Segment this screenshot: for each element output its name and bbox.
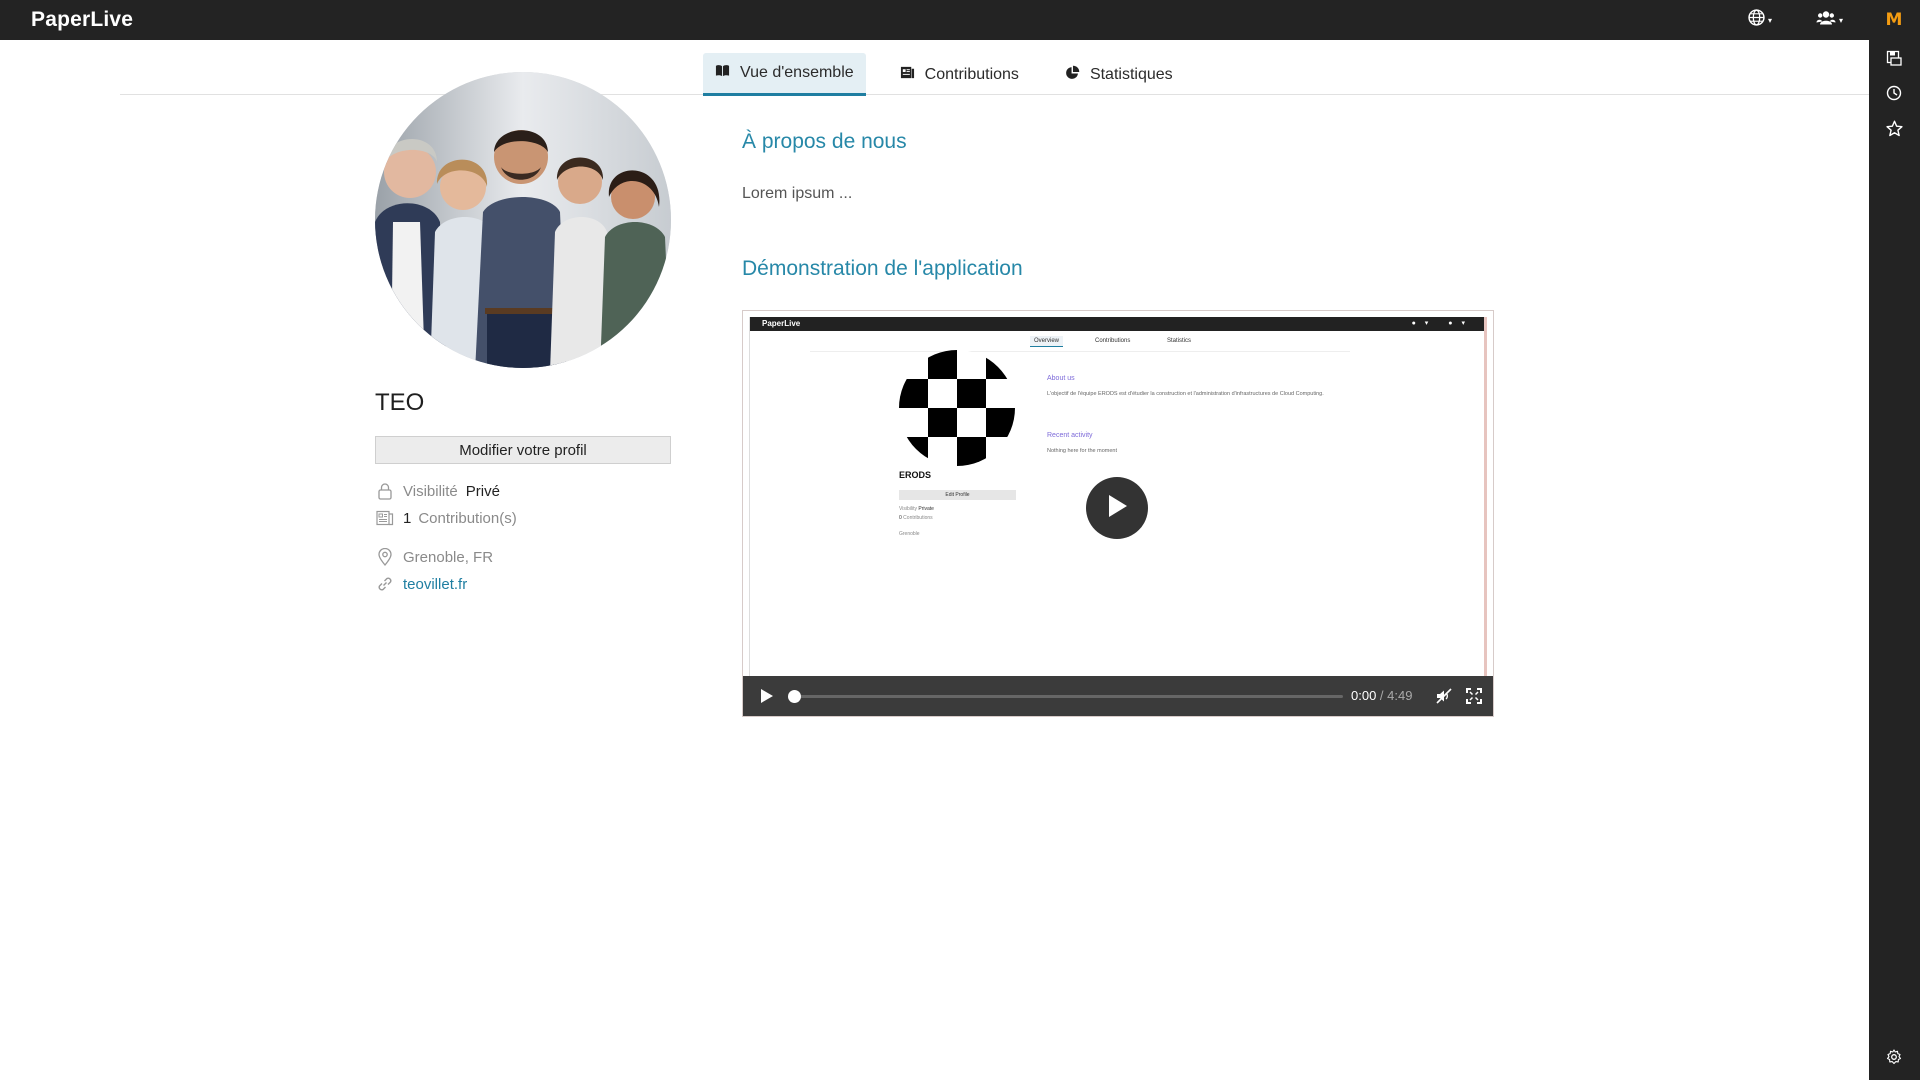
location-row: Grenoble, FR (375, 547, 493, 567)
chevron-down-icon: ▾ (1768, 15, 1773, 25)
play-icon (757, 689, 775, 709)
location-pin-icon (375, 547, 395, 567)
video-preview-recent-title: Recent activity (1047, 432, 1093, 439)
visibility-row: Visibilité Privé (375, 481, 500, 501)
edit-profile-button[interactable]: Modifier votre profil (375, 436, 671, 464)
profile-tabs: Vue d'ensemble Contributions Statistique… (703, 53, 1207, 96)
lock-icon (375, 481, 395, 501)
play-button[interactable] (757, 687, 775, 705)
seek-handle[interactable] (788, 690, 801, 703)
profile-name: TEO (375, 389, 425, 416)
time-separator: / (1376, 688, 1388, 703)
tab-label: Statistiques (1089, 65, 1173, 83)
video-preview-avatar (899, 350, 1015, 466)
big-play-button[interactable] (1086, 477, 1148, 539)
tab-label: Vue d'ensemble (740, 64, 854, 81)
video-preview-tab: Contributions (1095, 338, 1131, 344)
video-preview-visibility: Visibility Private (899, 506, 934, 512)
contributions-label: Contribution(s) (418, 509, 517, 527)
video-preview-nav-icons: ●▾ ●▾ (1411, 320, 1474, 327)
location-text: Grenoble, FR (403, 548, 494, 566)
about-title: À propos de nous (742, 130, 907, 153)
save-icon[interactable] (1884, 48, 1904, 68)
document-icon (900, 65, 915, 85)
video-preview-tab: Overview (1030, 336, 1064, 347)
video-preview-recent-text: Nothing here for the moment (1047, 448, 1118, 454)
star-icon[interactable] (1884, 118, 1904, 138)
tab-label: Contributions (924, 65, 1019, 83)
website-link[interactable]: teovillet.fr (403, 576, 467, 593)
video-preview-tab: Statistics (1167, 338, 1192, 344)
pie-chart-icon (1065, 65, 1080, 85)
book-icon (715, 63, 730, 83)
video-preview-edit: Edit Profile (899, 490, 1016, 500)
document-icon (375, 508, 395, 528)
chevron-down-icon: ▾ (1839, 15, 1844, 25)
fullscreen-icon (1465, 688, 1483, 709)
tab-statistics[interactable]: Statistiques (1053, 53, 1185, 96)
visibility-value: Privé (465, 482, 500, 500)
demo-title: Démonstration de l'application (742, 257, 1023, 280)
brand-logo[interactable]: PaperLive (31, 8, 133, 32)
profile-avatar (375, 72, 671, 368)
history-icon[interactable] (1884, 83, 1904, 103)
video-preview-about-title: About us (1047, 375, 1075, 382)
video-preview-name: ERODS (899, 470, 932, 480)
tab-contributions[interactable]: Contributions (888, 53, 1031, 96)
current-time: 0:00 (1351, 688, 1377, 703)
video-preview-about-text: L'objectif de l'équipe ERODS est d'étudi… (1047, 391, 1324, 397)
video-preview-location: Grenoble (899, 531, 920, 537)
video-preview-brand: PaperLive (762, 319, 801, 328)
video-seek-bar[interactable] (788, 690, 1343, 703)
video-preview-contrib: 0 Contributions (899, 515, 933, 521)
users-icon (1816, 9, 1836, 31)
top-navbar: PaperLive ▾ ▾ (0, 0, 1869, 40)
right-sidebar: M (1869, 0, 1920, 1080)
video-time: 0:00 / 4:49 (1351, 688, 1412, 703)
link-icon (375, 574, 395, 594)
video-player[interactable]: PaperLive ●▾ ●▾ Overview Contributions S… (742, 310, 1494, 717)
fullscreen-button[interactable] (1465, 687, 1483, 705)
website-row: teovillet.fr (375, 574, 467, 594)
extension-logo-icon[interactable]: M (1884, 10, 1904, 30)
video-preview-navbar: PaperLive ●▾ ●▾ (750, 317, 1484, 331)
volume-muted-icon (1435, 688, 1453, 709)
mute-button[interactable] (1435, 687, 1453, 705)
total-time: 4:49 (1387, 688, 1413, 703)
settings-icon[interactable] (1884, 1047, 1904, 1067)
tab-overview[interactable]: Vue d'ensemble (703, 53, 866, 96)
contributions-row[interactable]: 1 Contribution(s) (375, 508, 517, 528)
language-menu-button[interactable]: ▾ (1748, 9, 1772, 31)
video-controls: 0:00 / 4:49 (743, 676, 1493, 716)
about-text: Lorem ipsum ... (742, 185, 853, 202)
users-menu-button[interactable]: ▾ (1816, 9, 1843, 31)
play-icon (1106, 494, 1128, 523)
visibility-label: Visibilité (403, 482, 458, 500)
globe-icon (1748, 9, 1765, 31)
video-preview-divider (810, 351, 1350, 352)
contributions-count: 1 (403, 509, 412, 527)
